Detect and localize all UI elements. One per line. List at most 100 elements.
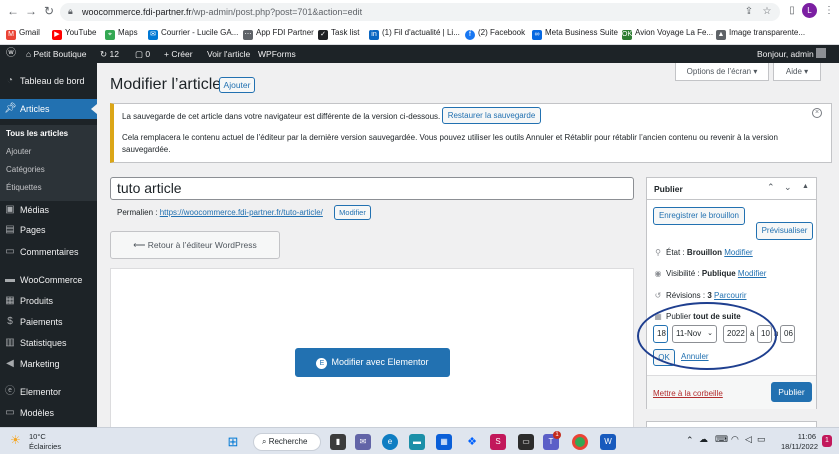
screen-options-button[interactable]: Options de l’écran ▾ <box>675 63 769 81</box>
browse-revisions-link[interactable]: Parcourir <box>714 291 746 300</box>
bookmark-task-list[interactable]: ✓ Task list <box>318 25 359 41</box>
forward-arrow-icon[interactable]: → <box>24 4 38 18</box>
menu-products[interactable]: ▦ Produits <box>0 291 97 311</box>
clock-date[interactable]: 18/11/2022 <box>776 442 818 451</box>
menu-comments[interactable]: ▭ Commentaires <box>0 242 97 262</box>
comments-link[interactable]: ▢ 0 <box>135 45 150 63</box>
restore-backup-button[interactable]: Restaurer la sauvegarde <box>442 107 541 124</box>
greeting-link[interactable]: Bonjour, admin <box>757 45 827 63</box>
terminal-icon[interactable]: ▭ <box>518 434 534 450</box>
clock-time[interactable]: 11:06 <box>780 432 816 441</box>
bookmark-maps[interactable]: ⌖ Maps <box>105 25 138 41</box>
add-article-button[interactable]: Ajouter <box>219 77 255 93</box>
back-arrow-icon[interactable]: ← <box>6 4 20 18</box>
sidepanel-icon[interactable]: ▯ <box>785 4 799 18</box>
file-explorer-icon[interactable]: ▬ <box>409 434 425 450</box>
updates-link[interactable]: ↻ 12 <box>100 45 119 63</box>
battery-icon[interactable]: ▭ <box>757 434 766 445</box>
menu-marketing[interactable]: ◀ Marketing <box>0 354 97 374</box>
visibility-row: ◉ Visibilité : Publique Modifier <box>654 269 767 278</box>
megaphone-icon: ◀ <box>6 358 14 369</box>
collapse-icon[interactable]: ▲ <box>802 183 809 190</box>
wordpress-logo-icon[interactable]: ⓦ <box>6 45 16 63</box>
taskbar-search[interactable]: ⌕ Recherche <box>253 433 321 451</box>
permalink-edit-button[interactable]: Modifier <box>334 205 371 220</box>
bookmark-youtube[interactable]: ▶ YouTube <box>52 25 96 41</box>
menu-medias[interactable]: ▣ Médias <box>0 200 97 220</box>
wifi-icon[interactable]: ◠ <box>731 434 739 445</box>
chat-icon[interactable]: ✉ <box>355 434 371 450</box>
preview-button[interactable]: Prévisualiser <box>756 222 813 240</box>
menu-stats[interactable]: ▥ Statistiques <box>0 333 97 353</box>
status-row: ⚲ État : Brouillon Modifier <box>653 248 753 257</box>
dropbox-icon[interactable]: ❖ <box>464 434 480 450</box>
menu-pages[interactable]: ▤ Pages <box>0 220 97 240</box>
store-icon[interactable]: ▦ <box>436 434 452 450</box>
visibility-edit-link[interactable]: Modifier <box>738 269 766 278</box>
teams-icon[interactable]: T1 <box>543 431 561 450</box>
bookmarks-bar: M Gmail ▶ YouTube ⌖ Maps ✉ Courrier - Lucile… <box>0 25 839 41</box>
submenu-categories[interactable]: Catégories <box>6 162 45 178</box>
user-avatar <box>816 48 827 58</box>
volume-icon[interactable]: ◁ <box>745 434 752 445</box>
move-down-icon[interactable]: ⌄ <box>784 182 792 193</box>
tray-chevron-icon[interactable]: ⌃ <box>686 435 694 446</box>
submenu-tags[interactable]: Étiquettes <box>6 180 42 196</box>
bookmark-app-fdi[interactable]: ⋯ App FDI Partner <box>243 25 314 41</box>
task-view-icon[interactable]: ▮ <box>330 434 346 450</box>
menu-kebab-icon[interactable]: ⋮ <box>822 4 836 18</box>
woo-icon: ▬ <box>5 274 15 285</box>
publish-heading: Publier <box>654 184 683 194</box>
view-post-link[interactable]: Voir l'article <box>207 45 250 63</box>
cloud-icon[interactable]: ☁ <box>699 434 708 445</box>
permalink-url[interactable]: https://woocommerce.fdi-partner.fr/tuto-… <box>160 208 323 217</box>
submenu-add[interactable]: Ajouter <box>6 144 31 160</box>
menu-dashboard[interactable]: ◔ Tableau de bord <box>0 71 97 91</box>
menu-elementor[interactable]: ⓔ Elementor <box>0 382 97 402</box>
address-bar[interactable]: 🔒︎ woocommerce.fdi-partner.fr/wp-admin/p… <box>60 3 780 21</box>
save-draft-button[interactable]: Enregistrer le brouillon <box>653 207 745 225</box>
move-up-icon[interactable]: ⌃ <box>767 182 775 193</box>
bookmark-gmail[interactable]: M Gmail <box>6 25 40 41</box>
notice-line-2: Cela remplacera le contenu actuel de l’é… <box>122 133 778 154</box>
menu-payments[interactable]: $ Paiements <box>0 312 97 332</box>
edit-with-elementor-button[interactable]: E Modifier avec Elementor <box>295 348 450 377</box>
app-icon[interactable]: S <box>490 434 506 450</box>
bookmark-meta[interactable]: ∞ Meta Business Suite <box>532 25 618 41</box>
bookmark-linkedin[interactable]: in (1) Fil d'actualité | Li... <box>369 25 460 41</box>
notification-icon[interactable]: 1 <box>822 435 832 447</box>
submenu-all-articles[interactable]: Tous les articles <box>6 126 68 142</box>
word-icon[interactable]: W <box>600 434 616 450</box>
share-icon[interactable]: ⇪ <box>742 5 756 19</box>
articles-submenu: Tous les articles Ajouter Catégories Éti… <box>0 125 97 201</box>
reload-icon[interactable]: ↻ <box>42 4 56 18</box>
menu-articles[interactable]: 📌︎ Articles <box>0 99 97 119</box>
trash-link[interactable]: Mettre à la corbeille <box>653 389 723 398</box>
bookmark-courrier[interactable]: ✉ Courrier - Lucile GA... <box>148 25 238 41</box>
wpforms-link[interactable]: WPForms <box>258 45 296 63</box>
profile-avatar[interactable]: L <box>802 3 817 18</box>
edge-icon[interactable]: e <box>382 434 398 450</box>
status-edit-link[interactable]: Modifier <box>724 248 752 257</box>
home-icon: ⌂ <box>26 49 34 59</box>
back-to-wp-editor-button[interactable]: ⟵ Retour à l’éditeur WordPress <box>110 231 280 259</box>
dismiss-icon[interactable]: × <box>812 108 822 118</box>
minute-input[interactable]: 06 <box>780 325 795 343</box>
menu-models[interactable]: ▭ Modèles <box>0 403 97 423</box>
help-button[interactable]: Aide ▾ <box>773 63 821 81</box>
payments-icon: $ <box>7 316 13 327</box>
site-name-link[interactable]: ⌂ Petit Boutique <box>26 45 86 63</box>
star-icon[interactable]: ☆ <box>760 5 774 19</box>
backup-notice: La sauvegarde de cet article dans votre … <box>110 103 832 163</box>
bookmark-avion[interactable]: OK Avion Voyage La Fe... <box>622 25 713 41</box>
keyboard-icon[interactable]: ⌨ <box>715 434 728 445</box>
post-title-input[interactable]: tuto article <box>110 177 634 200</box>
publish-button[interactable]: Publier <box>771 382 812 402</box>
bookmark-image[interactable]: ▲ Image transparente... <box>716 25 805 41</box>
new-content-link[interactable]: + Créer <box>164 45 193 63</box>
chrome-icon[interactable] <box>572 434 588 450</box>
bookmark-facebook[interactable]: f (2) Facebook <box>465 25 525 41</box>
windows-start-icon[interactable]: ⊞ <box>225 434 241 450</box>
dashboard-icon: ◔ <box>6 75 14 86</box>
menu-woocommerce[interactable]: ▬ WooCommerce <box>0 270 97 290</box>
